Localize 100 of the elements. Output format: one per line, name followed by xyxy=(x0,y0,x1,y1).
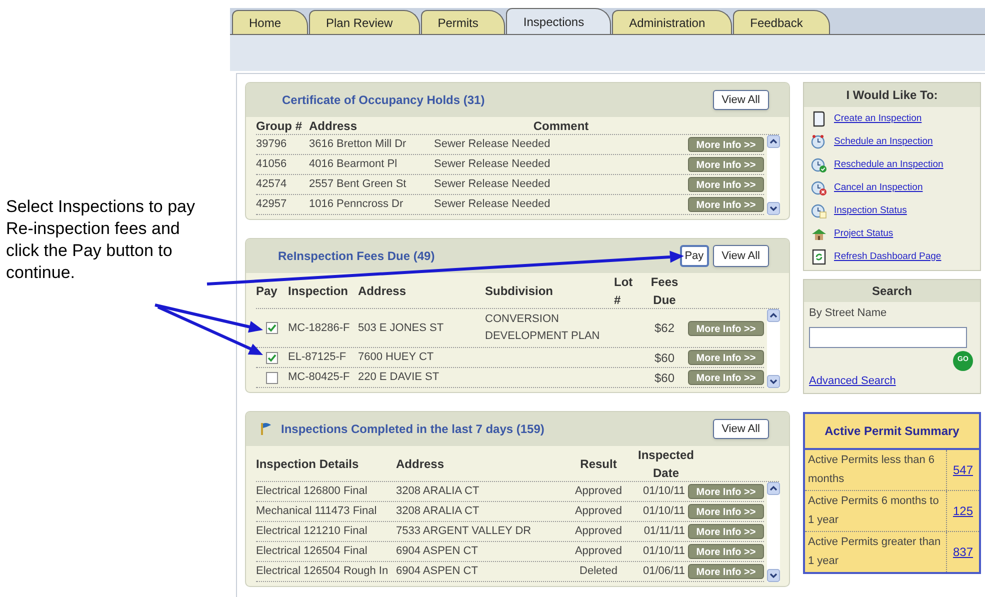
scroll-down-icon[interactable] xyxy=(767,569,780,582)
nav-tab[interactable]: Inspections xyxy=(506,8,612,34)
column-header: Group # xyxy=(256,118,304,135)
table-cell-text: 220 E DAVIE ST xyxy=(358,370,440,386)
table-cell-text: Approved xyxy=(574,504,624,520)
table-cell-text: 503 E JONES ST xyxy=(358,320,445,336)
document-icon xyxy=(812,111,826,127)
column-header: Inspected Date xyxy=(636,447,695,482)
pay-checkbox[interactable] xyxy=(266,322,278,334)
clock-check-icon xyxy=(811,157,827,173)
permit-count-link[interactable]: 125 xyxy=(947,502,979,520)
scroll-up-icon[interactable] xyxy=(767,482,780,495)
column-header: Address xyxy=(309,118,358,135)
scroll-up-icon[interactable] xyxy=(767,309,780,322)
table-cell-text: 6904 ASPEN CT xyxy=(396,564,479,580)
summary-label: Active Permits less than 6 months xyxy=(805,450,947,490)
action-link[interactable]: Cancel an Inspection xyxy=(834,180,923,196)
alarm-clock-icon xyxy=(811,134,827,150)
table-cell-text: Electrical 126504 Rough In xyxy=(256,564,390,580)
panel-title: Certificate of Occupancy Holds (31) xyxy=(282,93,485,107)
table-cell-text: 7533 ARGENT VALLEY DR xyxy=(396,524,532,540)
scroll-down-icon[interactable] xyxy=(767,375,780,388)
table-cell-text: MC-80425-F xyxy=(288,370,351,386)
table-cell-text: 3616 Bretton Mill Dr xyxy=(309,137,408,152)
table-cell-text: Sewer Release Needed xyxy=(434,177,552,192)
street-name-field[interactable] xyxy=(809,326,967,348)
table-cell-text: 7600 HUEY CT xyxy=(358,350,435,366)
scrollbar[interactable] xyxy=(767,482,780,582)
permit-count-link[interactable]: 547 xyxy=(947,461,979,479)
flag-icon xyxy=(260,422,273,436)
search-title: Search xyxy=(804,280,980,302)
pay-button[interactable]: Pay xyxy=(680,244,709,268)
table-cell-text: Approved xyxy=(574,484,624,500)
table-cell-text: Sewer Release Needed xyxy=(434,137,552,152)
action-link[interactable]: Refresh Dashboard Page xyxy=(834,250,942,264)
nav-tab[interactable]: Permits xyxy=(420,10,506,34)
table-cell-text: 01/06/11 xyxy=(642,564,686,580)
table-cell-text: CONVERSION DEVELOPMENT PLAN xyxy=(485,312,601,344)
panel-title: Inspections Completed in the last 7 days (159) xyxy=(281,421,544,438)
table-cell-text: 6904 ASPEN CT xyxy=(396,544,479,560)
column-header: Inspection Details xyxy=(256,456,360,473)
field-label: By Street Name xyxy=(809,306,888,321)
scroll-down-icon[interactable] xyxy=(767,202,780,215)
table-cell-text: $62 xyxy=(653,320,676,337)
column-header: Fees Due xyxy=(650,274,680,309)
summary-label: Active Permits greater than 1 year xyxy=(805,532,947,572)
clock-document-icon xyxy=(811,203,827,219)
callout-text: Select Inspections to pay Re-inspection fees and click the Pay button to continue. xyxy=(6,196,196,284)
action-link[interactable]: Schedule an Inspection xyxy=(834,134,933,150)
table-cell-text: 41056 xyxy=(256,157,288,172)
table-cell-text: Approved xyxy=(574,524,624,540)
table-cell-text: MC-18286-F xyxy=(288,320,351,336)
actions-title: I Would Like To: xyxy=(804,83,980,107)
table-cell-text: Mechanical 111473 Final xyxy=(256,504,378,520)
scrollbar[interactable] xyxy=(767,135,780,215)
table-cell-text: 3208 ARALIA CT xyxy=(396,504,480,520)
nav-tab[interactable]: Plan Review xyxy=(309,10,420,34)
column-header: Result xyxy=(579,456,618,473)
column-header: Subdivision xyxy=(485,283,554,300)
panel-title: ReInspection Fees Due (49) xyxy=(278,249,435,263)
action-link[interactable]: Inspection Status xyxy=(834,204,907,218)
table-cell-text: EL-87125-F xyxy=(288,350,348,366)
table-cell-text: 4016 Bearmont Pl xyxy=(309,157,398,172)
table-cell-text: 42574 xyxy=(256,177,288,192)
action-link[interactable]: Project Status xyxy=(834,226,894,242)
nav-tab[interactable]: Home xyxy=(232,10,308,34)
column-header: Comment xyxy=(532,118,590,135)
summary-title: Active Permit Summary xyxy=(805,414,979,450)
table-cell-text: Approved xyxy=(574,544,624,560)
view-all-button[interactable]: View All xyxy=(712,90,769,110)
nav-tab[interactable]: Administration xyxy=(612,10,732,34)
table-cell-text: Sewer Release Needed xyxy=(434,197,552,212)
view-all-button[interactable]: View All xyxy=(712,418,769,440)
permit-count-link[interactable]: 837 xyxy=(947,543,979,561)
column-header: Pay xyxy=(256,283,278,300)
column-header: Inspection xyxy=(288,283,350,300)
action-link[interactable]: Reschedule an Inspection xyxy=(834,158,944,172)
table-cell-text: Electrical 121210 Final xyxy=(256,524,368,540)
scroll-up-icon[interactable] xyxy=(767,135,780,148)
pay-checkbox[interactable] xyxy=(266,352,278,364)
nav-tab[interactable]: Feedback xyxy=(733,10,830,34)
column-header: Address xyxy=(396,456,446,473)
table-cell-text: 01/10/11 xyxy=(642,484,686,500)
column-header: Address xyxy=(358,283,408,300)
scrollbar[interactable] xyxy=(767,309,780,388)
table-cell-text: 42957 xyxy=(256,197,288,212)
table-cell-text: 1016 Penncross Dr xyxy=(309,197,404,212)
view-all-button[interactable]: View All xyxy=(712,244,769,268)
summary-label: Active Permits 6 months to 1 year xyxy=(805,491,947,531)
clock-cancel-icon xyxy=(811,180,827,196)
table-cell-text: 01/11/11 xyxy=(642,524,686,540)
table-cell-text: 39796 xyxy=(256,137,288,152)
refresh-icon xyxy=(812,249,826,265)
action-link[interactable]: Create an Inspection xyxy=(834,112,922,126)
advanced-search-link[interactable]: Advanced Search xyxy=(809,372,975,389)
table-cell-text: Electrical 126504 Final xyxy=(256,544,368,560)
pay-checkbox[interactable] xyxy=(266,372,278,384)
table-cell-text: 01/10/11 xyxy=(642,544,686,560)
table-cell-text: 2557 Bent Green St xyxy=(309,177,408,192)
table-cell-text: 3208 ARALIA CT xyxy=(396,484,480,500)
